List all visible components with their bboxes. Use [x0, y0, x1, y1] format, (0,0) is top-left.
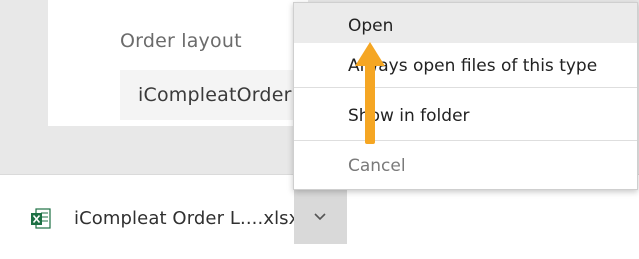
up-arrow-annotation — [355, 42, 385, 144]
order-layout-select[interactable]: iCompleatOrder — [120, 70, 310, 120]
chevron-down-icon — [314, 213, 326, 221]
download-options-button[interactable] — [294, 190, 347, 244]
order-layout-label: Order layout — [120, 30, 242, 52]
menu-item-show-in-folder[interactable]: Show in folder — [294, 88, 637, 140]
download-file-name[interactable]: iCompleat Order L....xlsx — [74, 208, 299, 229]
order-layout-value: iCompleatOrder — [138, 84, 292, 106]
menu-item-always-open-label: Always open files of this type — [348, 56, 598, 76]
menu-item-always-open[interactable]: Always open files of this type — [294, 43, 637, 87]
menu-item-cancel-label: Cancel — [348, 156, 406, 176]
menu-item-open[interactable]: Open — [294, 3, 637, 43]
menu-item-open-label: Open — [348, 16, 394, 36]
download-context-menu: Open Always open files of this type Show… — [293, 2, 638, 190]
menu-item-cancel[interactable]: Cancel — [294, 141, 637, 189]
excel-file-icon — [30, 208, 52, 230]
